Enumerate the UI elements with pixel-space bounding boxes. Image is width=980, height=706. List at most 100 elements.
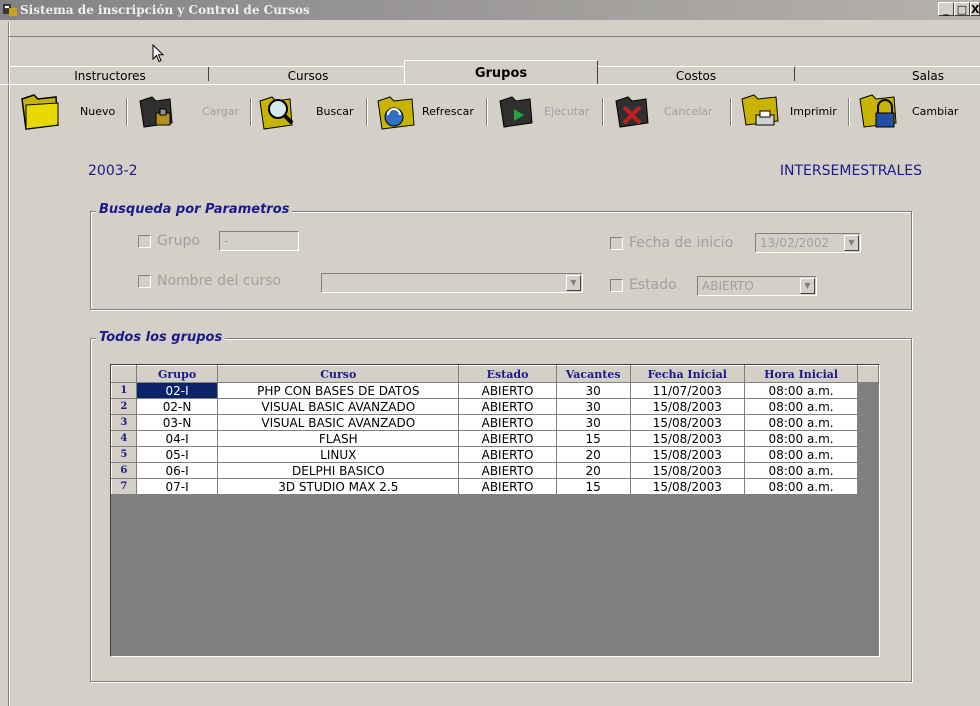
estado-select[interactable]: ABIERTO ▼	[697, 276, 817, 296]
row-number[interactable]: 1	[111, 382, 137, 399]
row-number[interactable]: 4	[111, 430, 137, 447]
chevron-down-icon[interactable]: ▼	[844, 235, 859, 251]
minimize-button[interactable]: _	[938, 2, 954, 16]
imprimir-button[interactable]: Imprimir	[738, 88, 837, 134]
cell-grupo[interactable]: 06-I	[135, 462, 219, 479]
filler-cell	[857, 382, 879, 399]
cell-grupo[interactable]: 05-I	[135, 446, 219, 463]
cell-curso[interactable]: PHP CON BASES DE DATOS	[217, 382, 460, 399]
chevron-down-icon[interactable]: ▼	[800, 278, 815, 294]
cell-curso[interactable]: LINUX	[217, 446, 460, 463]
cell-hora[interactable]: 08:00 a.m.	[744, 446, 859, 463]
cell-grupo[interactable]: 02-I	[135, 382, 219, 399]
fecha-inicio-checkbox-box[interactable]	[610, 236, 623, 250]
cell-grupo[interactable]: 04-I	[135, 430, 219, 447]
cell-fecha[interactable]: 15/08/2003	[629, 446, 746, 463]
cancelar-button[interactable]: Cancelar	[610, 88, 713, 134]
cell-vacantes[interactable]: 30	[555, 382, 631, 399]
column-header-fecha-inicial[interactable]: Fecha Inicial	[629, 365, 746, 383]
cell-estado[interactable]: ABIERTO	[458, 382, 557, 399]
cell-hora[interactable]: 08:00 a.m.	[744, 414, 859, 431]
refrescar-button[interactable]: Refrescar	[374, 88, 474, 134]
cell-fecha[interactable]: 15/08/2003	[629, 462, 746, 479]
cell-vacantes[interactable]: 15	[555, 478, 631, 495]
table-row[interactable]: 7 07-I 3D STUDIO MAX 2.5 ABIERTO 15 15/0…	[111, 478, 879, 495]
cell-estado[interactable]: ABIERTO	[458, 478, 557, 495]
fecha-inicio-label: Fecha de inicio	[629, 235, 734, 251]
column-header-grupo[interactable]: Grupo	[135, 365, 219, 383]
row-number[interactable]: 7	[111, 478, 137, 495]
fecha-inicio-checkbox[interactable]: Fecha de inicio	[610, 235, 733, 251]
cell-grupo[interactable]: 07-I	[135, 478, 219, 495]
grupo-input[interactable]: -	[219, 231, 299, 251]
cell-estado[interactable]: ABIERTO	[458, 446, 557, 463]
cell-hora[interactable]: 08:00 a.m.	[744, 382, 859, 399]
cell-fecha[interactable]: 15/08/2003	[629, 398, 746, 415]
cell-curso[interactable]: VISUAL BASIC AVANZADO	[217, 398, 460, 415]
column-header-hora-inicial[interactable]: Hora Inicial	[744, 365, 859, 383]
cell-hora[interactable]: 08:00 a.m.	[744, 478, 859, 495]
table-row[interactable]: 1 02-I PHP CON BASES DE DATOS ABIERTO 30…	[111, 382, 879, 399]
title-bar[interactable]: Sistema de inscripción y Control de Curs…	[0, 0, 980, 20]
tab-cursos[interactable]: Cursos	[210, 66, 406, 85]
cell-curso[interactable]: VISUAL BASIC AVANZADO	[217, 414, 460, 431]
cargar-button[interactable]: Cargar	[134, 88, 239, 134]
tab-grupos[interactable]: Grupos	[404, 60, 598, 85]
row-number[interactable]: 6	[111, 462, 137, 479]
cell-vacantes[interactable]: 30	[555, 398, 631, 415]
chevron-down-icon[interactable]: ▼	[566, 275, 581, 291]
ejecutar-button[interactable]: Ejecutar	[494, 88, 589, 134]
groups-table[interactable]: Grupo Curso Estado Vacantes Fecha Inicia…	[110, 364, 880, 657]
cell-fecha[interactable]: 11/07/2003	[629, 382, 746, 399]
cambiar-button[interactable]: Cambiar	[856, 88, 958, 134]
cell-curso[interactable]: FLASH	[217, 430, 460, 447]
cell-estado[interactable]: ABIERTO	[458, 462, 557, 479]
cell-curso[interactable]: DELPHI BASICO	[217, 462, 460, 479]
table-row[interactable]: 2 02-N VISUAL BASIC AVANZADO ABIERTO 30 …	[111, 398, 879, 415]
row-number[interactable]: 3	[111, 414, 137, 431]
table-row[interactable]: 3 03-N VISUAL BASIC AVANZADO ABIERTO 30 …	[111, 414, 879, 431]
close-button[interactable]: X	[970, 2, 980, 16]
cell-curso[interactable]: 3D STUDIO MAX 2.5	[217, 478, 460, 495]
table-row[interactable]: 5 05-I LINUX ABIERTO 20 15/08/2003 08:00…	[111, 446, 879, 463]
row-number[interactable]: 5	[111, 446, 137, 463]
grupo-checkbox-label: Grupo	[157, 233, 200, 249]
nuevo-button[interactable]: Nuevo	[18, 88, 115, 134]
table-row[interactable]: 4 04-I FLASH ABIERTO 15 15/08/2003 08:00…	[111, 430, 879, 447]
cell-fecha[interactable]: 15/08/2003	[629, 430, 746, 447]
table-row[interactable]: 6 06-I DELPHI BASICO ABIERTO 20 15/08/20…	[111, 462, 879, 479]
tab-costos[interactable]: Costos	[598, 66, 794, 85]
filler-cell	[857, 398, 879, 415]
cell-vacantes[interactable]: 30	[555, 414, 631, 431]
cell-fecha[interactable]: 15/08/2003	[629, 414, 746, 431]
cell-hora[interactable]: 08:00 a.m.	[744, 430, 859, 447]
cell-fecha[interactable]: 15/08/2003	[629, 478, 746, 495]
cell-vacantes[interactable]: 15	[555, 430, 631, 447]
nombre-curso-checkbox[interactable]: Nombre del curso	[138, 273, 281, 289]
nombre-curso-checkbox-box[interactable]	[138, 274, 151, 288]
buscar-button[interactable]: Buscar	[256, 88, 354, 134]
grupo-checkbox-box[interactable]	[138, 234, 151, 248]
cell-grupo[interactable]: 03-N	[135, 414, 219, 431]
column-header-estado[interactable]: Estado	[458, 365, 557, 383]
cell-estado[interactable]: ABIERTO	[458, 398, 557, 415]
tab-salas[interactable]: Salas	[796, 66, 980, 85]
fecha-inicio-select[interactable]: 13/02/2002 ▼	[755, 233, 861, 253]
column-header-curso[interactable]: Curso	[217, 365, 460, 383]
cell-estado[interactable]: ABIERTO	[458, 414, 557, 431]
cell-vacantes[interactable]: 20	[555, 446, 631, 463]
estado-checkbox[interactable]: Estado	[610, 277, 677, 293]
cell-grupo[interactable]: 02-N	[135, 398, 219, 415]
cell-hora[interactable]: 08:00 a.m.	[744, 462, 859, 479]
cell-hora[interactable]: 08:00 a.m.	[744, 398, 859, 415]
row-number[interactable]: 2	[111, 398, 137, 415]
estado-checkbox-box[interactable]	[610, 278, 623, 292]
grupo-checkbox[interactable]: Grupo	[138, 233, 200, 249]
maximize-button[interactable]: □	[954, 2, 970, 16]
cell-vacantes[interactable]: 20	[555, 462, 631, 479]
column-header-vacantes[interactable]: Vacantes	[555, 365, 631, 383]
cell-estado[interactable]: ABIERTO	[458, 430, 557, 447]
nombre-curso-select[interactable]: ▼	[321, 273, 583, 293]
tab-label: Grupos	[474, 66, 528, 81]
tab-instructores[interactable]: Instructores	[10, 66, 210, 85]
